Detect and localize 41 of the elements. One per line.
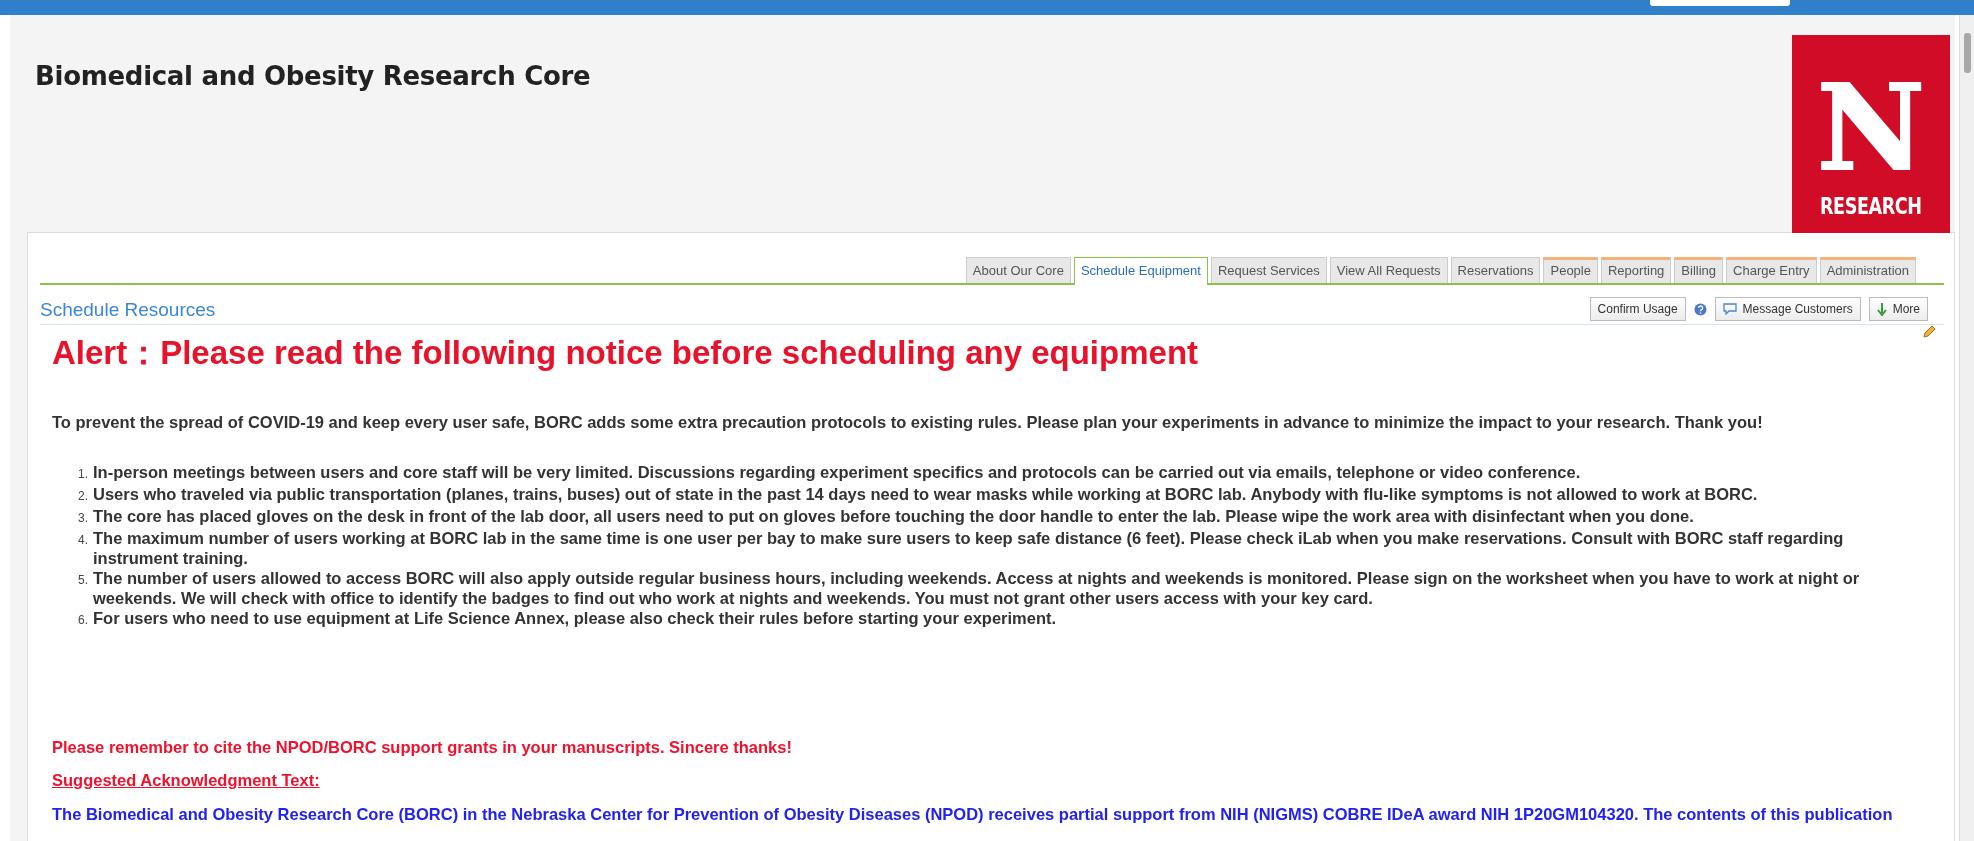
nav-tab[interactable]: Request Services [1210, 257, 1327, 283]
nav-tab[interactable]: Reporting [1600, 257, 1672, 283]
speech-bubble-icon [1722, 303, 1737, 315]
alert-heading: Alert：Please read the following notice before scheduling any equipment [52, 333, 1199, 373]
help-icon[interactable] [1693, 302, 1707, 316]
nav-tab[interactable]: Schedule Equipment [1073, 257, 1208, 285]
input-field[interactable] [1650, 0, 1790, 6]
citation-reminder: Please remember to cite the NPOD/BORC support grants in your manuscripts. Sincere thanks! [52, 738, 792, 757]
list-number: 5. [77, 572, 88, 589]
nav-tab[interactable]: About Our Core [965, 257, 1071, 283]
toolbar-button[interactable]: More [1868, 297, 1928, 321]
acknowledgment-text: The Biomedical and Obesity Research Core (BORC) in the Nebraska Center for Prevention of Obesity Diseases (NPOD) receives partial support from NIH (NIGMS) COBRE IDeA award NIH 1P20GM104320. The contents of this publication [52, 805, 1893, 824]
list-number: 2. [77, 488, 88, 505]
toolbar-button[interactable]: Message Customers [1714, 297, 1861, 321]
nav-tab[interactable]: View All Requests [1329, 257, 1448, 283]
rule-item: For users who need to use equipment at Life Science Annex, please also check their rules before starting your experiment. [93, 608, 1058, 628]
acknowledgment-heading: Suggested Acknowledgment Text: [52, 771, 320, 790]
list-number: 3. [77, 510, 88, 527]
nav-tab[interactable]: Billing [1674, 257, 1724, 283]
pencil-icon[interactable] [1922, 325, 1936, 339]
rule-item: In-person meetings between users and core staff will be very limited. Discussions regarding experiment specifics and protocols can be carried out via emails, telephone or video conference. [93, 462, 1582, 482]
logo-letter: N [1817, 69, 1925, 187]
section-title: Schedule Resources [40, 299, 216, 321]
rule-item: The core has placed gloves on the desk in front of the lab door, all users need to put on gloves before touching the door handle to enter the lab. Please wipe the work area with disinfectant when you done. [93, 506, 1695, 526]
down-arrow-icon [1876, 302, 1887, 316]
scrollbar-thumb[interactable] [1964, 33, 1971, 73]
rule-item: The maximum number of users working at BORC lab in the same time is one user per bay to make sure users to keep safe distance (6 feet). Please check iLab when you make reservations. Consult with BORC staff regarding instrument training. [93, 528, 1845, 568]
university-logo[interactable]: N RESEARCH [1792, 35, 1950, 233]
list-number: 4. [77, 532, 88, 549]
rule-item: The number of users allowed to access BORC will also apply outside regular business hours, including weekends. Access at nights and weekends is monitored. Please sign on the worksheet when you have to work at night or weekends. We will check with office to identify the badges to find out who work at nights and weekends. You must not grant other users access with your key card. [93, 568, 1861, 608]
rule-item: Users who traveled via public transportation (planes, trains, buses) out of state in the past 14 days need to wear masks while working at BORC lab. Anybody with flu-like symptoms is not allowed to work at BORC. [93, 484, 1759, 504]
list-number: 6. [77, 612, 88, 629]
intro-paragraph: To prevent the spread of COVID-19 and keep every user safe, BORC adds some extra precaution protocols to existing rules. Please plan your experiments in advance to minimize the impact to your research. Thank you! [52, 412, 1763, 432]
logo-caption: RESEARCH [1820, 193, 1922, 219]
list-number: 1. [77, 466, 88, 483]
site-title: Biomedical and Obesity Research Core [35, 61, 591, 93]
nav-tab[interactable]: Administration [1819, 257, 1916, 283]
nav-tab[interactable]: Charge Entry [1726, 257, 1817, 283]
nav-tab[interactable]: People [1543, 257, 1598, 283]
toolbar-button[interactable]: Confirm Usage [1589, 297, 1686, 321]
nav-tab[interactable]: Reservations [1450, 257, 1541, 283]
